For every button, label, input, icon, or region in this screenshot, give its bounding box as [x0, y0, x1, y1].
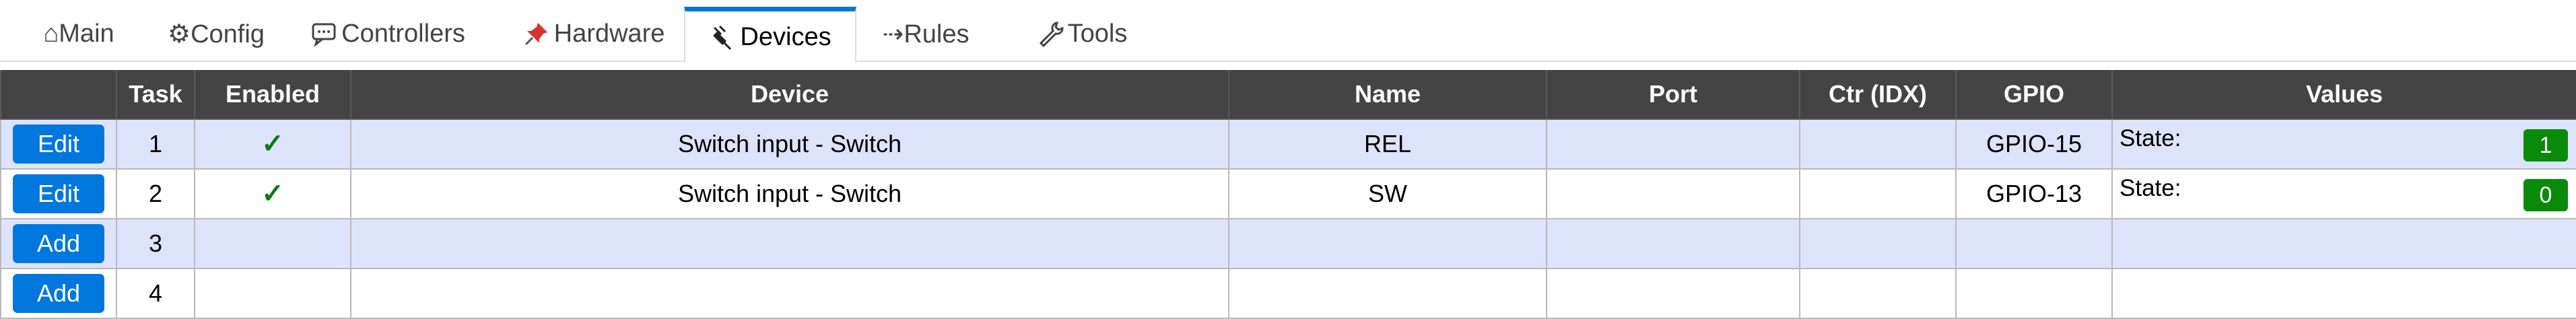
table-row: Edit 1 ✓ Switch input - Switch REL GPIO-…	[0, 118, 2576, 170]
tab-tools-label: Tools	[1067, 19, 1128, 48]
device-cell	[350, 268, 1229, 319]
action-cell: Edit	[0, 168, 117, 219]
values-cell: State: 0	[2111, 168, 2576, 219]
col-header-task[interactable]: Task	[116, 70, 195, 120]
tab-tools[interactable]: Tools	[1011, 7, 1153, 61]
tab-controllers-label: Controllers	[341, 19, 465, 48]
port-cell	[1546, 218, 1800, 269]
gpio-cell: GPIO-13	[1955, 168, 2113, 219]
tab-rules-label: ⇢Rules	[882, 20, 970, 48]
values-cell	[2111, 268, 2576, 319]
task-cell: 2	[116, 168, 195, 219]
tab-hardware[interactable]: Hardware	[506, 7, 681, 61]
enabled-cell	[194, 218, 351, 269]
state-badge: 1	[2523, 129, 2568, 162]
col-header-ctr-idx[interactable]: Ctr (IDX)	[1799, 70, 1957, 120]
state-badge: 0	[2523, 179, 2568, 211]
plug-icon	[709, 24, 736, 50]
port-cell	[1546, 268, 1800, 319]
enabled-cell	[194, 268, 351, 319]
ctr-idx-cell	[1799, 118, 1957, 170]
value-label: State:	[2120, 175, 2181, 201]
wrench-icon	[1037, 20, 1064, 47]
ctr-idx-cell	[1799, 268, 1957, 319]
ctr-idx-cell	[1799, 218, 1957, 269]
device-cell: Switch input - Switch	[350, 118, 1229, 170]
action-cell: Add	[0, 218, 117, 269]
tab-controllers[interactable]: Controllers	[298, 7, 478, 61]
gpio-cell	[1955, 218, 2113, 269]
tab-devices-label: Devices	[740, 22, 832, 51]
table-row: Add 3	[0, 218, 2576, 269]
col-header-name[interactable]: Name	[1228, 70, 1547, 120]
name-cell: REL	[1228, 118, 1547, 170]
tab-config-label: ⚙Config	[168, 20, 265, 48]
col-header-port[interactable]: Port	[1546, 70, 1800, 120]
tab-rules[interactable]: ⇢Rules	[875, 7, 976, 61]
col-header-device[interactable]: Device	[350, 70, 1229, 120]
task-cell: 3	[116, 218, 195, 269]
device-cell	[350, 218, 1229, 269]
edit-button[interactable]: Edit	[13, 125, 104, 164]
ctr-idx-cell	[1799, 168, 1957, 219]
table-row: Add 4	[0, 268, 2576, 319]
devices-table: Task Enabled Device Name Port Ctr (IDX) …	[0, 70, 2576, 319]
chat-icon	[310, 20, 337, 47]
tab-devices[interactable]: Devices	[684, 7, 856, 63]
tab-config[interactable]: ⚙Config	[152, 7, 280, 61]
table-row: Edit 2 ✓ Switch input - Switch SW GPIO-1…	[0, 168, 2576, 219]
check-icon: ✓	[261, 179, 284, 209]
tab-main[interactable]: ⌂Main	[22, 7, 136, 61]
task-cell: 4	[116, 268, 195, 319]
values-cell: State: 1	[2111, 118, 2576, 170]
tab-hardware-label: Hardware	[553, 19, 665, 48]
port-cell	[1546, 118, 1800, 170]
col-header-gpio[interactable]: GPIO	[1955, 70, 2113, 120]
check-icon: ✓	[261, 129, 284, 159]
tab-bar: ⌂Main ⚙Config Controllers Hardware Devic…	[0, 0, 2576, 63]
gpio-cell	[1955, 268, 2113, 319]
port-cell	[1546, 168, 1800, 219]
col-header-enabled[interactable]: Enabled	[194, 70, 351, 120]
task-cell: 1	[116, 118, 195, 170]
gpio-cell: GPIO-15	[1955, 118, 2113, 170]
col-header-values[interactable]: Values	[2111, 70, 2576, 120]
action-cell: Add	[0, 268, 117, 319]
value-label: State:	[2120, 125, 2181, 151]
enabled-cell: ✓	[194, 118, 351, 170]
values-cell	[2111, 218, 2576, 269]
name-cell	[1228, 218, 1547, 269]
device-cell: Switch input - Switch	[350, 168, 1229, 219]
col-header-action	[0, 70, 117, 120]
pushpin-icon	[523, 20, 550, 47]
action-cell: Edit	[0, 118, 117, 170]
add-button[interactable]: Add	[13, 224, 104, 263]
edit-button[interactable]: Edit	[13, 174, 104, 213]
table-header-row: Task Enabled Device Name Port Ctr (IDX) …	[0, 70, 2576, 120]
name-cell	[1228, 268, 1547, 319]
tab-main-label: ⌂Main	[43, 19, 114, 48]
add-button[interactable]: Add	[13, 274, 104, 313]
name-cell: SW	[1228, 168, 1547, 219]
enabled-cell: ✓	[194, 168, 351, 219]
